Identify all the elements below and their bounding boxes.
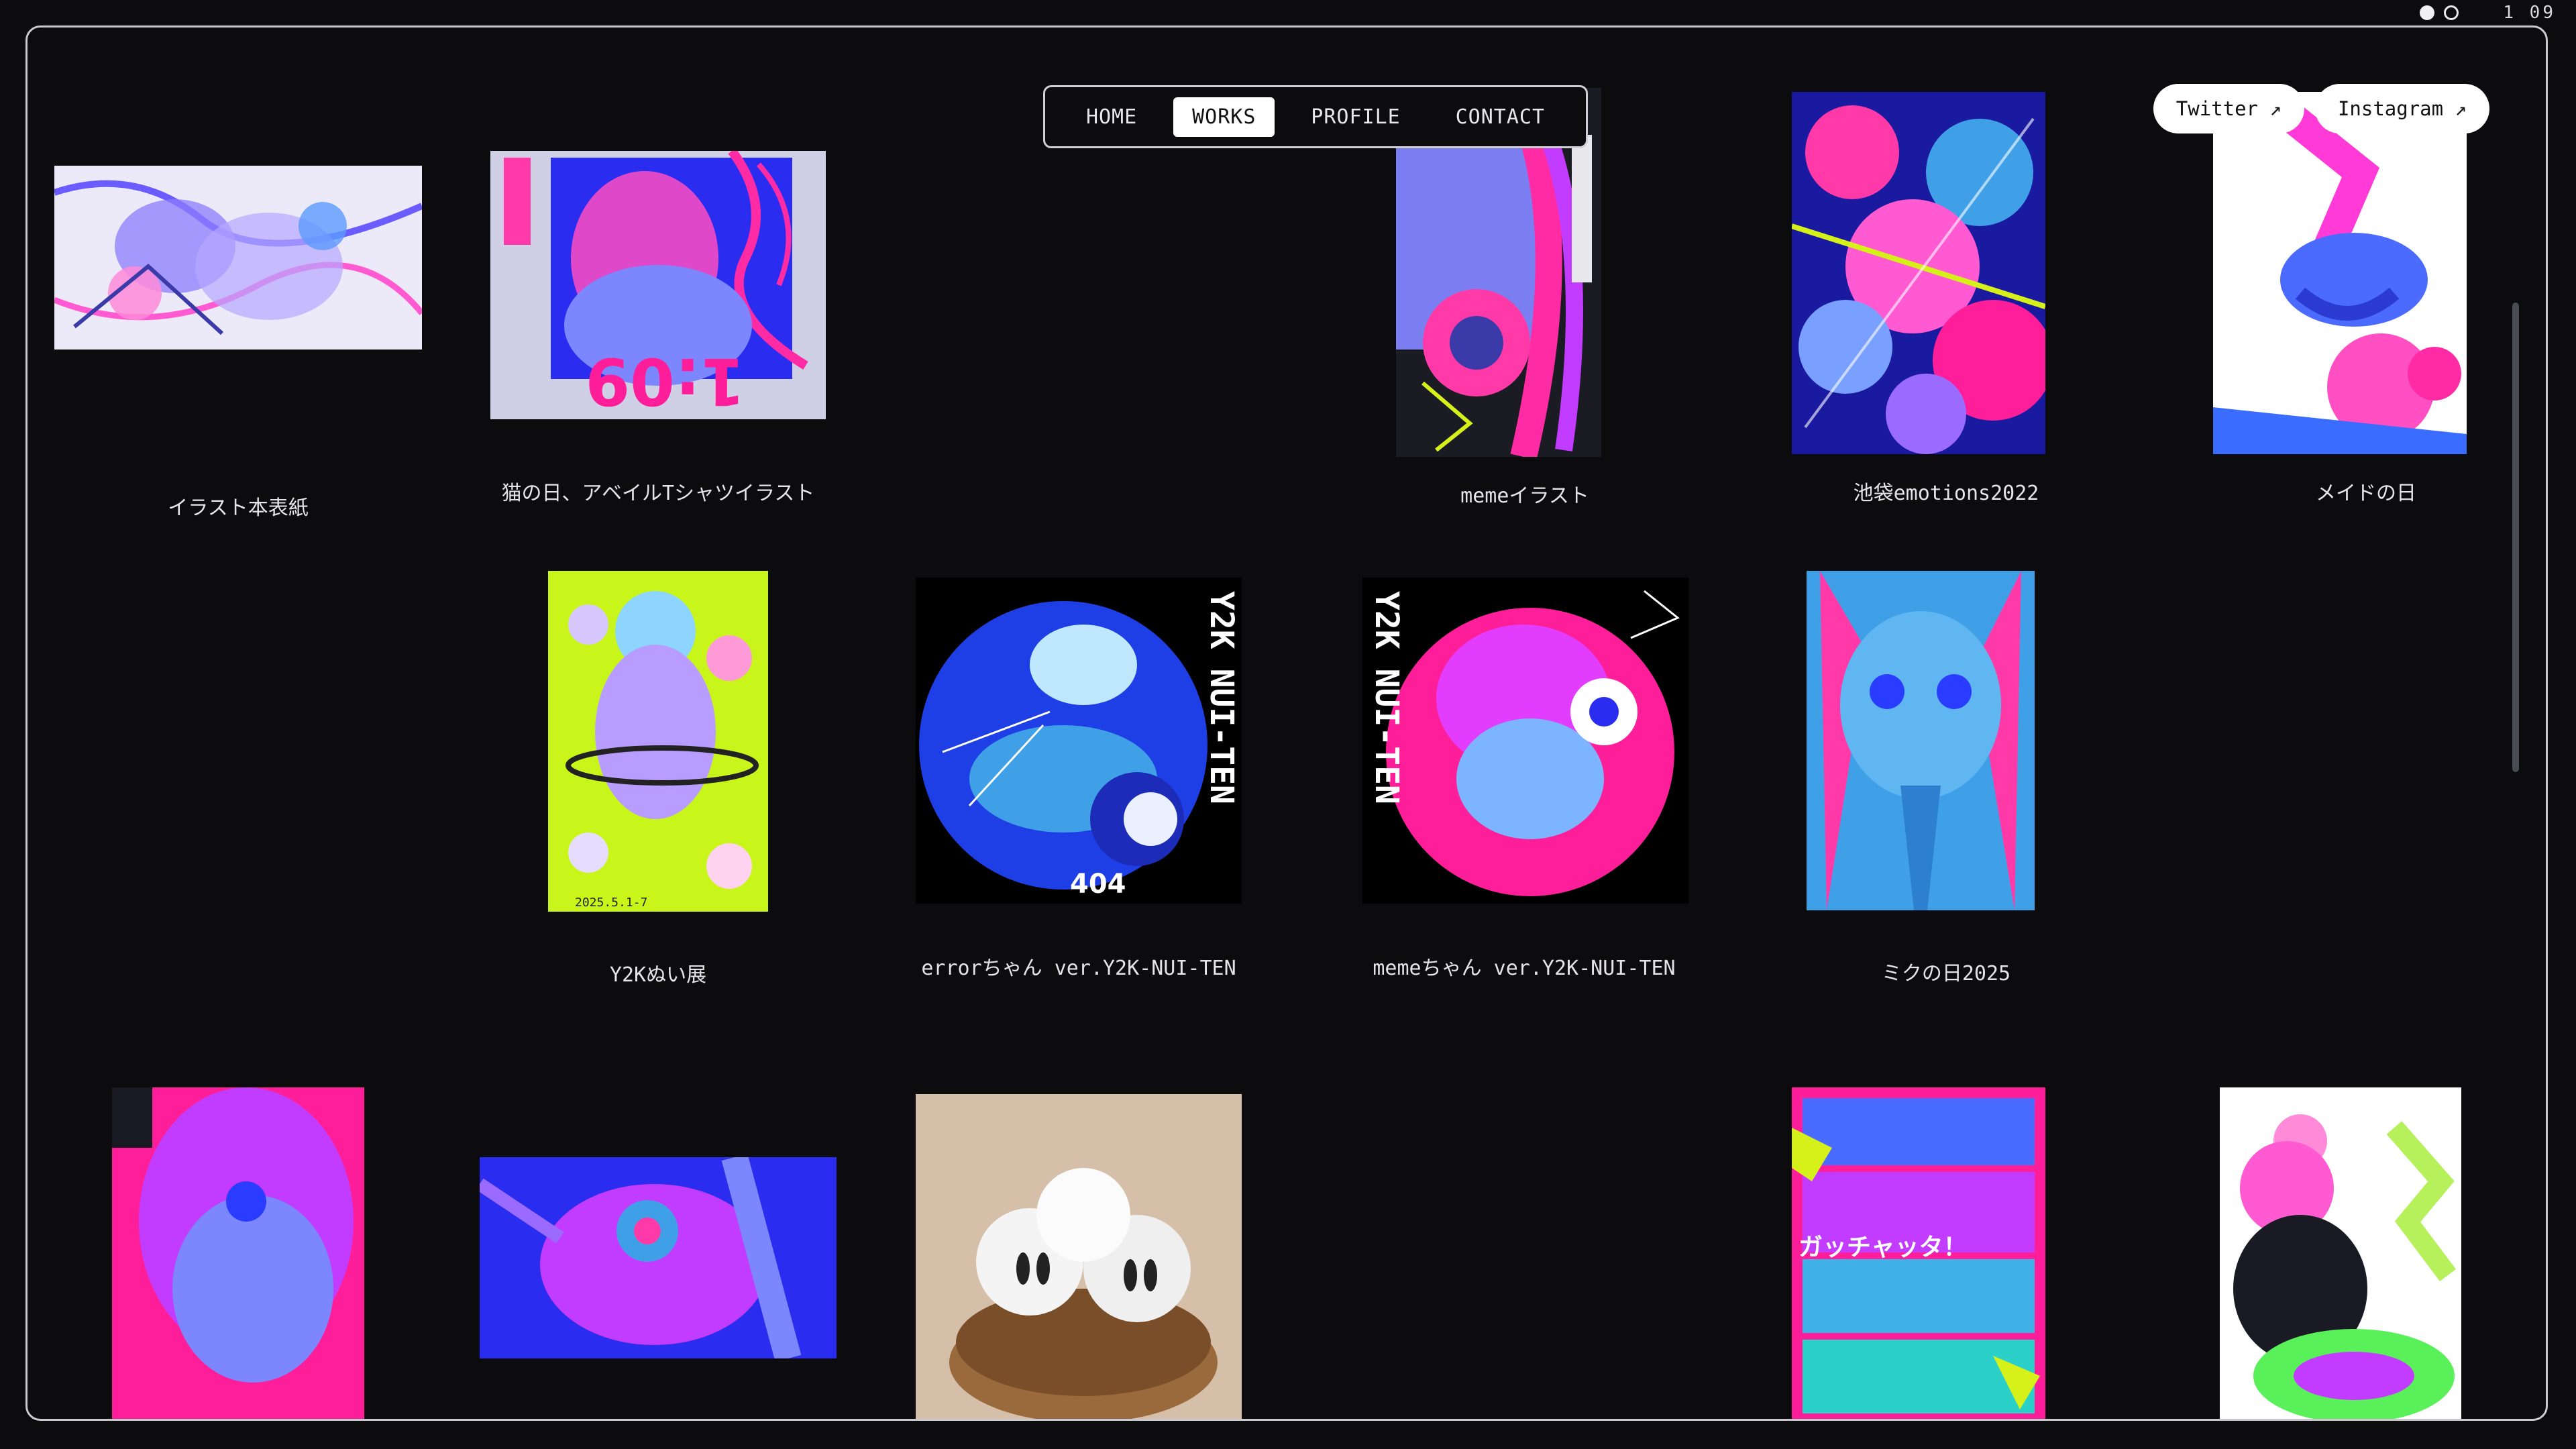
work-title-2[interactable]: 猫の日、アベイルTシャツイラスト xyxy=(470,476,846,512)
page-dot-active[interactable] xyxy=(2420,5,2435,20)
y2k-label-text-2: Y2K NUI-TEN xyxy=(1368,591,1405,804)
work-thumb-14[interactable] xyxy=(2220,1087,2461,1419)
work-thumb-10[interactable] xyxy=(112,1087,364,1419)
nav-works[interactable]: WORKS xyxy=(1173,97,1275,137)
work-title-1[interactable]: イラスト本表紙 xyxy=(50,490,426,527)
manga-sfx-text: ガッチャッタ！ xyxy=(1799,1234,1968,1261)
page-counter: 1 09 xyxy=(2503,3,2556,23)
work-thumb-4[interactable] xyxy=(1792,92,2045,454)
work-thumb-1[interactable] xyxy=(54,166,422,350)
work-thumb-6[interactable]: 2025.5.1-7 xyxy=(548,571,768,912)
work-thumb-13[interactable]: ガッチャッタ！ xyxy=(1792,1087,2045,1419)
work-thumb-7[interactable]: 404 Y2K NUI-TEN xyxy=(916,578,1242,904)
work-thumb-9[interactable] xyxy=(1807,571,2035,910)
work-thumb-11[interactable] xyxy=(480,1157,837,1358)
main-frame: HOME WORKS PROFILE CONTACT Twitter ↗ Ins… xyxy=(25,25,2548,1421)
status-bar: 1 09 xyxy=(2420,3,2556,23)
scrollbar[interactable] xyxy=(2512,303,2519,772)
nav-profile[interactable]: PROFILE xyxy=(1292,97,1419,137)
nav-contact[interactable]: CONTACT xyxy=(1437,97,1564,137)
poster-date-text: 2025.5.1-7 xyxy=(575,896,647,910)
work-title-9[interactable]: ミクの日2025 xyxy=(1758,956,2134,992)
nav-home[interactable]: HOME xyxy=(1067,97,1156,137)
instagram-link[interactable]: Instagram ↗ xyxy=(2314,84,2489,133)
main-nav: HOME WORKS PROFILE CONTACT xyxy=(1043,85,1588,148)
work-title-7[interactable]: errorちゃん ver.Y2K-NUI-TEN xyxy=(891,951,1267,987)
cat-day-art-text: 1:09 xyxy=(585,343,745,419)
work-thumb-2[interactable]: 1:09 xyxy=(490,151,826,419)
social-links: Twitter ↗ Instagram ↗ xyxy=(2153,84,2489,133)
work-thumb-12[interactable] xyxy=(916,1094,1242,1419)
work-title-8[interactable]: memeちゃん ver.Y2K-NUI-TEN xyxy=(1336,951,1712,987)
work-thumb-5[interactable] xyxy=(2213,92,2467,454)
twitter-link[interactable]: Twitter ↗ xyxy=(2153,84,2304,133)
work-title-4[interactable]: 池袋emotions2022 xyxy=(1758,476,2134,512)
error-tag-text: 404 xyxy=(1070,869,1126,900)
y2k-label-text-1: Y2K NUI-TEN xyxy=(1203,591,1240,804)
work-title-3[interactable]: memeイラスト xyxy=(1337,478,1713,515)
work-thumb-8[interactable]: Y2K NUI-TEN xyxy=(1362,578,1688,904)
work-title-6[interactable]: Y2Kぬい展 xyxy=(470,957,846,994)
page-dot[interactable] xyxy=(2444,5,2459,20)
work-title-5[interactable]: メイドの日 xyxy=(2178,476,2546,512)
